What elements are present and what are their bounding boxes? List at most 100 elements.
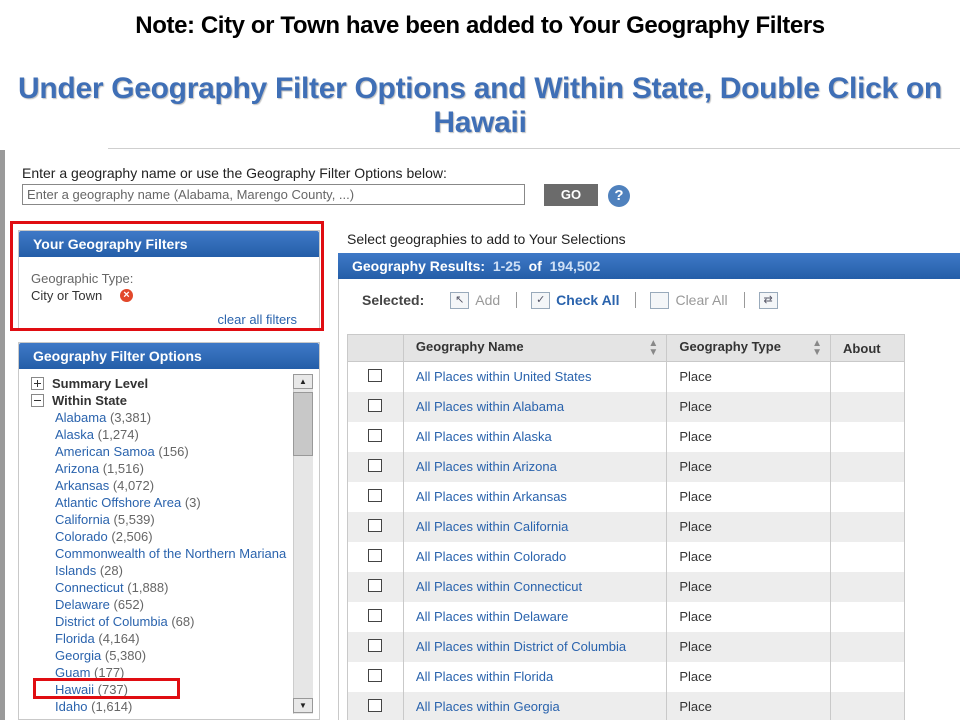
summary-level-label: Summary Level — [52, 376, 149, 391]
search-prompt: Enter a geography name or use the Geogra… — [22, 165, 447, 181]
add-button[interactable]: ↖ Add — [450, 291, 500, 309]
results-range: 1-25 — [492, 258, 521, 274]
geography-type-cell: Place — [666, 601, 832, 632]
table-row: All Places within District of Columbia Pl… — [347, 631, 905, 662]
header-about: About — [830, 334, 905, 362]
table-row: All Places within Delaware Place — [347, 601, 905, 632]
geography-name-link[interactable]: All Places within District of Columbia — [402, 631, 668, 662]
scroll-up-arrow-icon[interactable]: ▲ — [293, 374, 313, 389]
geography-name-link[interactable]: All Places within Georgia — [402, 691, 668, 720]
row-checkbox[interactable] — [368, 398, 382, 412]
geography-type-cell: Place — [666, 361, 832, 392]
table-header-row: Geography Name ▲ ▼ Geography Type ▲ ▼ Abou… — [347, 334, 905, 362]
header-geography-type[interactable]: Geography Type ▲ ▼ — [666, 334, 832, 362]
toolbar-separator — [516, 292, 518, 308]
geography-name-link[interactable]: All Places within Alaska — [402, 421, 668, 452]
geography-name-link[interactable]: All Places within Arizona — [402, 451, 668, 482]
state-item[interactable]: Alaska (1,274) — [55, 426, 291, 443]
row-checkbox[interactable] — [368, 578, 382, 592]
toolbar-separator — [743, 292, 745, 308]
selected-label: Selected: — [362, 292, 425, 308]
row-checkbox[interactable] — [368, 488, 382, 502]
geography-filter-options-panel: Geography Filter Options Summary Level W… — [18, 342, 320, 720]
toolbar-separator — [635, 292, 637, 308]
sort-icon[interactable]: ▲ ▼ — [648, 339, 658, 358]
state-item[interactable]: Colorado (2,506) — [55, 528, 291, 545]
row-checkbox[interactable] — [368, 518, 382, 532]
results-body: All Places within United States Place All … — [347, 361, 905, 720]
geography-type-cell: Place — [666, 691, 832, 720]
table-row: All Places within Alabama Place — [347, 391, 905, 422]
options-panel-title: Geography Filter Options — [19, 343, 319, 369]
state-item[interactable]: Arkansas (4,072) — [55, 477, 291, 494]
state-item[interactable]: Idaho (1,614) — [55, 698, 291, 715]
collapse-minus-icon[interactable] — [31, 394, 44, 407]
within-state-label: Within State — [52, 393, 127, 408]
geography-name-link[interactable]: All Places within Colorado — [402, 541, 668, 572]
state-item[interactable]: Florida (4,164) — [55, 630, 291, 647]
row-checkbox[interactable] — [368, 458, 382, 472]
expand-plus-icon[interactable] — [31, 377, 44, 390]
about-cell — [830, 541, 905, 572]
results-bar-label: Geography Results: — [352, 258, 486, 274]
state-item[interactable]: Atlantic Offshore Area (3) — [55, 494, 291, 511]
about-cell — [830, 691, 905, 720]
check-all-button[interactable]: ✓ Check All — [531, 291, 619, 309]
sort-icon[interactable]: ▲ ▼ — [812, 339, 822, 358]
table-row: All Places within Alaska Place — [347, 421, 905, 452]
geography-name-link[interactable]: All Places within Connecticut — [402, 571, 668, 602]
swap-button[interactable]: ⇄ — [758, 291, 784, 309]
geography-name-link[interactable]: All Places within Arkansas — [402, 481, 668, 512]
scroll-down-arrow-icon[interactable]: ▼ — [293, 698, 313, 713]
table-row: All Places within Connecticut Place — [347, 571, 905, 602]
results-total: 194,502 — [549, 258, 601, 274]
state-item[interactable]: American Samoa (156) — [55, 443, 291, 460]
search-input[interactable] — [22, 184, 525, 205]
row-checkbox[interactable] — [368, 548, 382, 562]
about-cell — [830, 361, 905, 392]
row-checkbox[interactable] — [368, 428, 382, 442]
table-row: All Places within Georgia Place — [347, 691, 905, 720]
clear-all-button[interactable]: Clear All — [650, 291, 728, 309]
geography-type-cell: Place — [666, 481, 832, 512]
about-cell — [830, 511, 905, 542]
header-checkbox-column — [347, 334, 404, 362]
state-item[interactable]: Alabama (3,381) — [55, 409, 291, 426]
header-geography-name[interactable]: Geography Name ▲ ▼ — [402, 334, 668, 362]
about-cell — [830, 661, 905, 692]
state-item[interactable]: Connecticut (1,888) — [55, 579, 291, 596]
results-heading: Select geographies to add to Your Select… — [347, 231, 626, 247]
state-item[interactable]: District of Columbia (68) — [55, 613, 291, 630]
state-item[interactable]: Arizona (1,516) — [55, 460, 291, 477]
geography-name-link[interactable]: All Places within California — [402, 511, 668, 542]
row-checkbox[interactable] — [368, 368, 382, 382]
state-item[interactable]: Georgia (5,380) — [55, 647, 291, 664]
scrollbar-thumb[interactable] — [293, 392, 313, 456]
geography-name-link[interactable]: All Places within Florida — [402, 661, 668, 692]
geography-name-link[interactable]: All Places within United States — [402, 361, 668, 392]
geography-type-cell: Place — [666, 451, 832, 482]
row-checkbox[interactable] — [368, 638, 382, 652]
go-button[interactable]: GO — [544, 184, 598, 206]
geography-type-cell: Place — [666, 571, 832, 602]
tree-summary-level[interactable]: Summary Level — [31, 375, 291, 392]
row-checkbox[interactable] — [368, 698, 382, 712]
table-row: All Places within Florida Place — [347, 661, 905, 692]
geography-name-link[interactable]: All Places within Delaware — [402, 601, 668, 632]
state-item[interactable]: Commonwealth of the Northern Mariana Isl… — [55, 545, 291, 579]
table-row: All Places within United States Place — [347, 361, 905, 392]
tree-within-state[interactable]: Within State — [31, 392, 291, 409]
state-item[interactable]: Delaware (652) — [55, 596, 291, 613]
row-checkbox[interactable] — [368, 608, 382, 622]
divider — [108, 148, 960, 149]
geography-type-cell: Place — [666, 421, 832, 452]
row-checkbox[interactable] — [368, 668, 382, 682]
highlight-box-hawaii — [33, 678, 180, 699]
swap-icon: ⇄ — [758, 291, 778, 309]
help-icon[interactable]: ? — [608, 185, 630, 207]
about-cell — [830, 481, 905, 512]
table-row: All Places within Colorado Place — [347, 541, 905, 572]
geography-name-link[interactable]: All Places within Alabama — [402, 391, 668, 422]
state-item[interactable]: California (5,539) — [55, 511, 291, 528]
about-cell — [830, 601, 905, 632]
